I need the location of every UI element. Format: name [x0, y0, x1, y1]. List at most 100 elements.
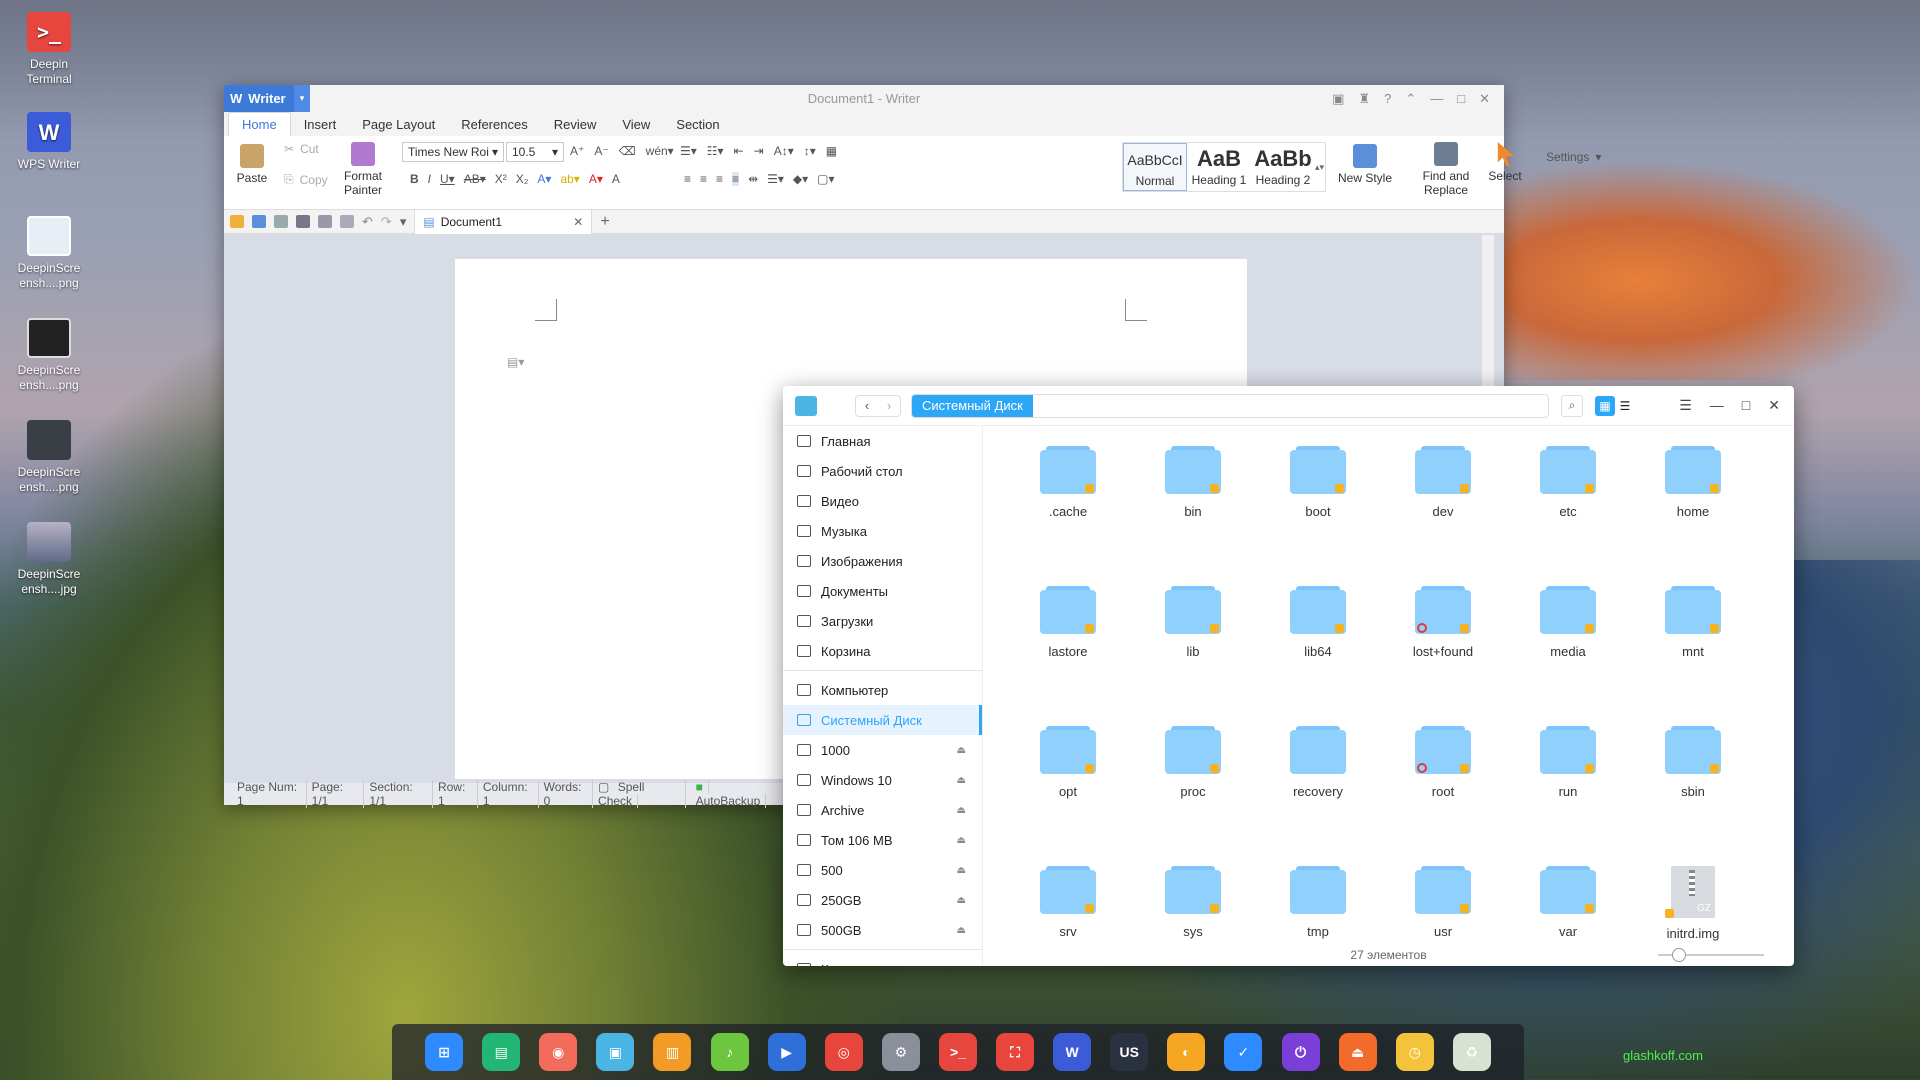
- sidebar-item[interactable]: Windows 10 ⏏: [783, 765, 982, 795]
- align-center-icon[interactable]: ≡: [700, 172, 707, 186]
- movie-icon[interactable]: ▶: [767, 1033, 806, 1071]
- distribute-icon[interactable]: ⇹: [748, 172, 758, 186]
- sidebar-item[interactable]: Корзина: [783, 636, 982, 666]
- numbering-icon[interactable]: ☷▾: [707, 144, 724, 158]
- shirt-icon[interactable]: ♜: [1358, 91, 1370, 107]
- file-item[interactable]: tmp: [1263, 866, 1373, 939]
- file-item[interactable]: etc: [1513, 446, 1623, 519]
- shading-icon[interactable]: ◆▾: [793, 172, 808, 186]
- file-item[interactable]: root: [1388, 726, 1498, 799]
- export-pdf-icon[interactable]: [274, 215, 288, 228]
- style-heading-2[interactable]: AaBb Heading 2: [1251, 143, 1315, 191]
- redo-icon[interactable]: ↷: [381, 214, 392, 230]
- spellcheck-icon[interactable]: [340, 215, 354, 228]
- open-icon[interactable]: [230, 215, 244, 228]
- autobackup-toggle[interactable]: ■ AutoBackup: [686, 780, 784, 808]
- font-name-select[interactable]: Times New Roi ▾: [402, 142, 504, 162]
- file-item[interactable]: usr: [1388, 866, 1498, 939]
- sidebar-item[interactable]: Компьютер: [783, 675, 982, 705]
- new-style-button[interactable]: New Style: [1330, 144, 1400, 185]
- status-words[interactable]: Words: 0: [539, 780, 594, 808]
- style-heading-1[interactable]: AaB Heading 1: [1187, 143, 1251, 191]
- minimize-icon[interactable]: —: [1710, 397, 1724, 414]
- terminal-icon[interactable]: >_: [938, 1033, 977, 1071]
- format-painter-button[interactable]: Format Painter: [336, 142, 390, 197]
- increase-indent-icon[interactable]: ⇥: [754, 144, 764, 158]
- sidebar-item[interactable]: Документы: [783, 576, 982, 606]
- font-color-icon[interactable]: A▾: [589, 172, 603, 186]
- breadcrumb[interactable]: Системный Диск: [911, 393, 1549, 418]
- chrome-icon[interactable]: ◎: [824, 1033, 863, 1071]
- file-item[interactable]: home: [1638, 446, 1748, 519]
- paste-button[interactable]: Paste: [230, 144, 274, 185]
- tab-home[interactable]: Home: [228, 112, 291, 136]
- desktop-icon[interactable]: DeepinScre ensh....jpg: [8, 522, 90, 597]
- underline-icon[interactable]: U▾: [440, 172, 455, 186]
- writer-app-menu-button[interactable]: W Writer ▾: [224, 85, 310, 112]
- file-item[interactable]: dev: [1388, 446, 1498, 519]
- paste-options-icon[interactable]: ▤▾: [507, 355, 524, 369]
- file-item[interactable]: sbin: [1638, 726, 1748, 799]
- sort-icon[interactable]: ↕▾: [804, 144, 816, 158]
- print-icon[interactable]: [296, 215, 310, 228]
- sidebar-item[interactable]: 250GB ⏏: [783, 885, 982, 915]
- sidebar-item[interactable]: 1000 ⏏: [783, 735, 982, 765]
- settings-icon[interactable]: ⚙: [881, 1033, 920, 1071]
- select-button[interactable]: Select: [1480, 142, 1530, 183]
- eject-icon[interactable]: ⏏: [957, 895, 966, 906]
- keyboard-layout-icon[interactable]: US: [1110, 1033, 1149, 1071]
- print-preview-icon[interactable]: [318, 215, 332, 228]
- launcher-icon[interactable]: ⊞: [425, 1033, 464, 1071]
- multitasking-icon[interactable]: ▤: [482, 1033, 521, 1071]
- subscript-icon[interactable]: X₂: [516, 172, 529, 186]
- file-item[interactable]: srv: [1013, 866, 1123, 939]
- sidebar-item[interactable]: Archive ⏏: [783, 795, 982, 825]
- eject-icon[interactable]: ⏏: [957, 775, 966, 786]
- sidebar-item[interactable]: Видео: [783, 486, 982, 516]
- file-item[interactable]: boot: [1263, 446, 1373, 519]
- tab-review[interactable]: Review: [541, 113, 610, 136]
- tab-view[interactable]: View: [609, 113, 663, 136]
- eject-icon[interactable]: ⏏: [957, 925, 966, 936]
- borders-icon[interactable]: ▢▾: [817, 172, 834, 186]
- file-item[interactable]: run: [1513, 726, 1623, 799]
- app-store-icon[interactable]: ▥: [653, 1033, 692, 1071]
- list-view-icon[interactable]: ☰: [1615, 396, 1635, 416]
- file-item[interactable]: var: [1513, 866, 1623, 939]
- justify-icon[interactable]: ≡: [732, 172, 740, 186]
- music-icon[interactable]: ♪: [710, 1033, 749, 1071]
- table-icon[interactable]: ▦: [826, 144, 837, 158]
- phonetic-icon[interactable]: wén▾: [646, 144, 674, 158]
- undo-icon[interactable]: ↶: [362, 214, 373, 230]
- shrink-font-icon[interactable]: A⁻: [594, 144, 608, 158]
- style-normal[interactable]: AaBbCcI Normal: [1123, 143, 1187, 191]
- desktop-icon[interactable]: W WPS Writer: [8, 112, 90, 172]
- sidebar-item[interactable]: Музыка: [783, 516, 982, 546]
- rss-icon[interactable]: ◐: [1167, 1033, 1206, 1071]
- new-tab-icon[interactable]: +: [600, 213, 609, 231]
- file-item[interactable]: opt: [1013, 726, 1123, 799]
- sidebar-item[interactable]: Системный Диск: [783, 705, 982, 735]
- align-right-icon[interactable]: ≡: [716, 172, 723, 186]
- decrease-indent-icon[interactable]: ⇤: [734, 144, 744, 158]
- desktop-icon[interactable]: DeepinScre ensh....png: [8, 216, 90, 291]
- screen-recorder-icon[interactable]: ◉: [539, 1033, 578, 1071]
- menu-icon[interactable]: ☰: [1679, 397, 1692, 414]
- maximize-icon[interactable]: □: [1742, 397, 1750, 414]
- tab-section[interactable]: Section: [663, 113, 732, 136]
- clear-format-icon[interactable]: ⌫: [619, 144, 636, 158]
- close-tab-icon[interactable]: ✕: [573, 215, 583, 229]
- file-manager-icon[interactable]: ▣: [596, 1033, 635, 1071]
- highlight-icon[interactable]: ab▾: [560, 172, 579, 186]
- style-gallery-more-icon[interactable]: ▴▾: [1315, 143, 1325, 191]
- help-icon[interactable]: ?: [1384, 91, 1391, 107]
- eject-icon[interactable]: ⏏: [1338, 1033, 1377, 1071]
- sidebar-item[interactable]: 500 ⏏: [783, 855, 982, 885]
- file-item[interactable]: bin: [1138, 446, 1248, 519]
- breadcrumb-segment[interactable]: Системный Диск: [912, 394, 1033, 417]
- grow-font-icon[interactable]: A⁺: [570, 144, 584, 158]
- file-item[interactable]: media: [1513, 586, 1623, 659]
- sidebar-item[interactable]: Загрузки: [783, 606, 982, 636]
- customize-icon[interactable]: ▾: [400, 214, 407, 230]
- cut-button[interactable]: ✂ Cut: [284, 142, 319, 156]
